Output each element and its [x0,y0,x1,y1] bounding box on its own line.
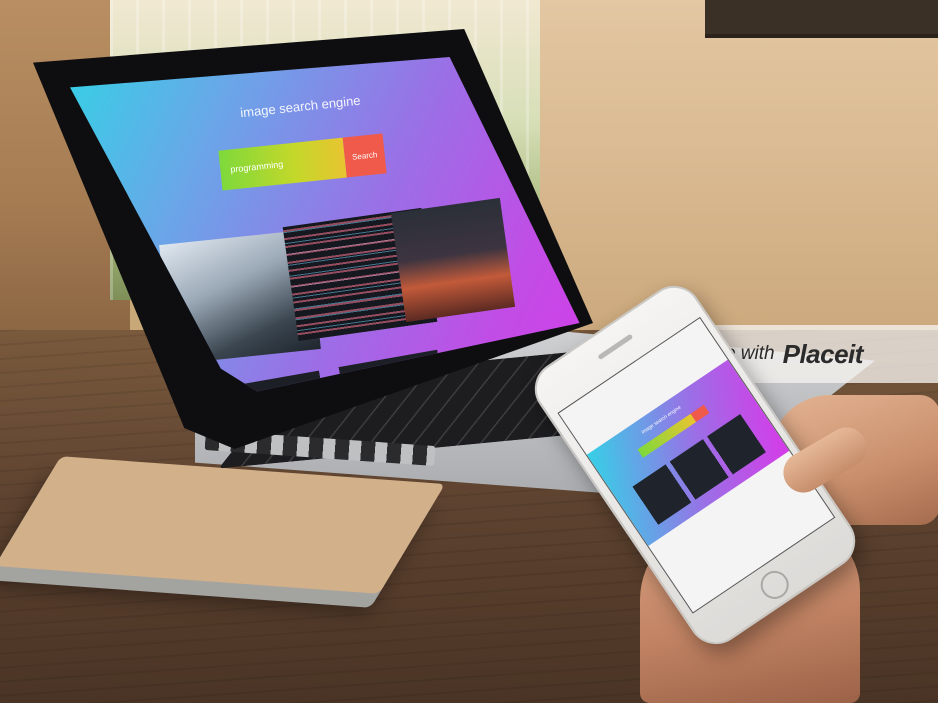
wall-right [540,0,938,360]
result-thumbnail[interactable] [390,197,516,323]
picture-frame [705,0,938,38]
watermark-brand: Placeit [782,338,864,369]
mobile-thumbnails[interactable] [632,413,766,525]
photo-scene: image search engine programming Search m… [0,0,938,703]
search-input[interactable]: programming [218,137,347,191]
search-button[interactable]: Search [342,133,387,178]
page-title: image search engine [239,92,362,121]
search-bar: programming Search [218,133,387,191]
